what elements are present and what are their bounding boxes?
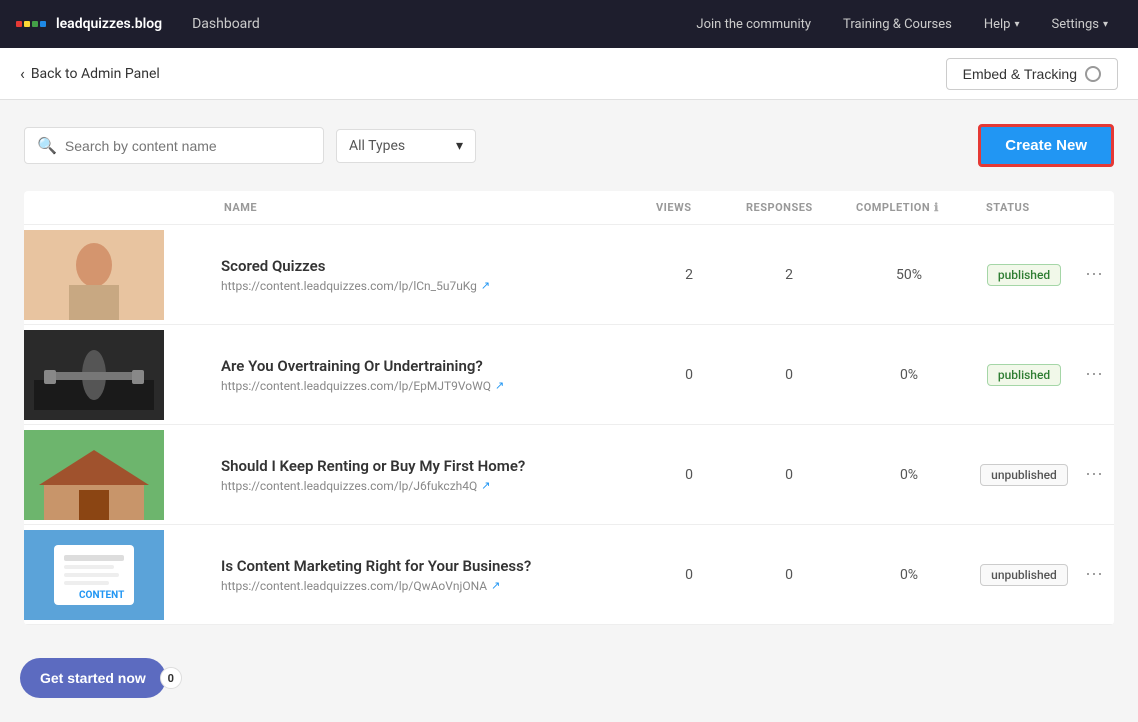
row-url: https://content.leadquizzes.com/lp/J6fuk…	[221, 479, 632, 493]
type-filter-chevron-icon: ▾	[456, 138, 463, 154]
row-title: Should I Keep Renting or Buy My First Ho…	[221, 457, 632, 475]
row-title: Is Content Marketing Right for Your Busi…	[221, 557, 632, 575]
thumbnail-image	[24, 230, 164, 320]
embed-tracking-label: Embed & Tracking	[963, 66, 1077, 82]
row-completion: 50%	[844, 267, 974, 283]
row-url: https://content.leadquizzes.com/lp/QwAoV…	[221, 579, 632, 593]
back-label: Back to Admin Panel	[31, 66, 160, 82]
table-row: Should I Keep Renting or Buy My First Ho…	[24, 425, 1114, 525]
row-status: unpublished	[974, 464, 1074, 486]
logo-icon	[16, 21, 46, 27]
row-completion: 0%	[844, 367, 974, 383]
row-responses: 0	[734, 467, 844, 483]
notification-badge: 0	[160, 667, 182, 689]
search-input[interactable]	[65, 138, 311, 154]
table-row: CONTENT Is Content Marketing Right for Y…	[24, 525, 1114, 625]
table-row: Scored Quizzes https://content.leadquizz…	[24, 225, 1114, 325]
row-views: 0	[644, 367, 734, 383]
external-link-icon[interactable]: ↗	[481, 479, 490, 492]
back-arrow-icon: ‹	[20, 64, 25, 83]
row-url: https://content.leadquizzes.com/lp/EpMJT…	[221, 379, 632, 393]
row-thumbnail	[24, 430, 164, 520]
create-new-button[interactable]: Create New	[978, 124, 1114, 167]
header-views: VIEWS	[644, 201, 734, 214]
nav-join-community[interactable]: Join the community	[682, 17, 825, 32]
get-started-widget: Get started now 0	[20, 658, 182, 698]
search-icon: 🔍	[37, 136, 57, 155]
row-thumbnail	[24, 230, 164, 320]
row-views: 0	[644, 467, 734, 483]
circle-icon	[1085, 66, 1101, 82]
nav-dashboard-link[interactable]: Dashboard	[182, 16, 270, 32]
search-box[interactable]: 🔍	[24, 127, 324, 164]
svg-text:CONTENT: CONTENT	[79, 590, 124, 601]
nav-settings[interactable]: Settings ▾	[1038, 17, 1123, 32]
header-name: NAME	[24, 201, 644, 214]
completion-info-icon[interactable]: ℹ	[934, 201, 939, 214]
thumbnail-image: CONTENT	[24, 530, 164, 620]
status-badge: unpublished	[980, 564, 1068, 586]
header-status: STATUS	[974, 201, 1074, 214]
row-more-menu[interactable]: ⋯	[1074, 364, 1114, 385]
main-content: 🔍 All Types ▾ Create New NAME VIEWS RESP…	[0, 100, 1138, 722]
header-completion: COMPLETION ℹ	[844, 201, 974, 214]
row-more-menu[interactable]: ⋯	[1074, 264, 1114, 285]
status-badge: published	[987, 264, 1061, 286]
row-title: Are You Overtraining Or Undertraining?	[221, 357, 632, 375]
row-status: published	[974, 364, 1074, 386]
back-to-admin-link[interactable]: ‹ Back to Admin Panel	[20, 64, 160, 83]
row-responses: 0	[734, 567, 844, 583]
row-views: 2	[644, 267, 734, 283]
thumbnail-image	[24, 430, 164, 520]
row-title: Scored Quizzes	[221, 257, 632, 275]
logo-text[interactable]: leadquizzes.blog	[56, 16, 162, 32]
row-responses: 0	[734, 367, 844, 383]
content-table: NAME VIEWS RESPONSES COMPLETION ℹ STATUS…	[24, 191, 1114, 625]
header-actions	[1074, 201, 1114, 214]
settings-chevron-icon: ▾	[1103, 19, 1108, 30]
external-link-icon[interactable]: ↗	[481, 279, 490, 292]
row-views: 0	[644, 567, 734, 583]
table-header: NAME VIEWS RESPONSES COMPLETION ℹ STATUS	[24, 191, 1114, 225]
status-badge: unpublished	[980, 464, 1068, 486]
row-info: Should I Keep Renting or Buy My First Ho…	[209, 457, 644, 493]
external-link-icon[interactable]: ↗	[495, 379, 504, 392]
content-toolbar: 🔍 All Types ▾ Create New	[24, 124, 1114, 167]
row-responses: 2	[734, 267, 844, 283]
row-thumbnail: CONTENT	[24, 530, 164, 620]
nav-right-links: Join the community Training & Courses He…	[682, 17, 1122, 32]
row-completion: 0%	[844, 467, 974, 483]
nav-training-courses[interactable]: Training & Courses	[829, 17, 966, 32]
top-navigation: leadquizzes.blog Dashboard Join the comm…	[0, 0, 1138, 48]
external-link-icon[interactable]: ↗	[491, 579, 500, 592]
row-more-menu[interactable]: ⋯	[1074, 464, 1114, 485]
row-info: Scored Quizzes https://content.leadquizz…	[209, 257, 644, 293]
row-completion: 0%	[844, 567, 974, 583]
nav-help[interactable]: Help ▾	[970, 17, 1034, 32]
help-chevron-icon: ▾	[1014, 19, 1019, 30]
header-responses: RESPONSES	[734, 201, 844, 214]
thumbnail-image	[24, 330, 164, 420]
row-info: Are You Overtraining Or Undertraining? h…	[209, 357, 644, 393]
type-filter-label: All Types	[349, 138, 448, 154]
row-status: published	[974, 264, 1074, 286]
status-badge: published	[987, 364, 1061, 386]
table-row: Are You Overtraining Or Undertraining? h…	[24, 325, 1114, 425]
sub-navigation: ‹ Back to Admin Panel Embed & Tracking	[0, 48, 1138, 100]
row-more-menu[interactable]: ⋯	[1074, 564, 1114, 585]
row-status: unpublished	[974, 564, 1074, 586]
type-filter-dropdown[interactable]: All Types ▾	[336, 129, 476, 163]
row-info: Is Content Marketing Right for Your Busi…	[209, 557, 644, 593]
row-thumbnail	[24, 330, 164, 420]
row-url: https://content.leadquizzes.com/lp/lCn_5…	[221, 279, 632, 293]
get-started-button[interactable]: Get started now	[20, 658, 166, 698]
embed-tracking-button[interactable]: Embed & Tracking	[946, 58, 1118, 90]
